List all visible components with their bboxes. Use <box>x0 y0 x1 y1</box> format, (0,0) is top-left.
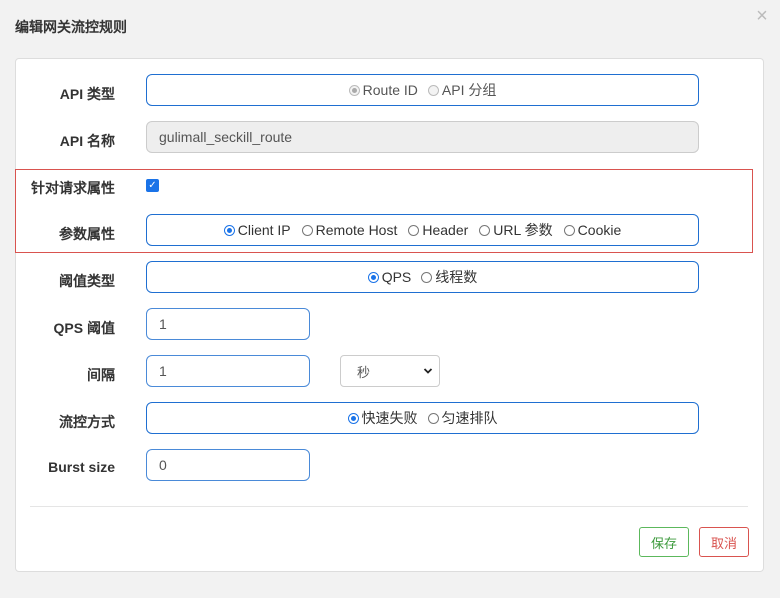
interval-unit-select[interactable]: 秒 <box>340 355 440 387</box>
threshold-type-radio-group: QPS 线程数 <box>146 261 699 293</box>
api-type-option-api-group[interactable]: API 分组 <box>427 80 497 100</box>
radio-icon <box>348 84 360 96</box>
api-name-field: gulimall_seckill_route <box>146 121 699 153</box>
qps-threshold-label: QPS 阈值 <box>53 320 115 336</box>
control-mode-radio-group: 快速失败 匀速排队 <box>146 402 699 434</box>
option-label: Client IP <box>237 222 291 238</box>
threshold-option-qps[interactable]: QPS <box>367 269 412 285</box>
param-attr-label: 参数属性 <box>59 226 115 242</box>
qps-threshold-input[interactable]: 1 <box>146 308 310 340</box>
option-label: URL 参数 <box>493 222 553 238</box>
burst-size-label: Burst size <box>48 459 115 475</box>
option-label: 匀速排队 <box>441 410 498 426</box>
option-label: 线程数 <box>435 269 478 285</box>
radio-icon <box>563 224 575 236</box>
radio-icon <box>408 224 420 236</box>
option-label: 快速失败 <box>361 410 418 426</box>
radio-icon <box>427 84 439 96</box>
param-option-url-param[interactable]: URL 参数 <box>479 220 553 240</box>
api-name-label: API 名称 <box>59 133 115 149</box>
option-label: QPS <box>381 269 412 285</box>
close-icon[interactable]: × <box>754 6 770 26</box>
footer-divider <box>30 506 748 507</box>
param-option-client-ip[interactable]: Client IP <box>223 222 291 238</box>
radio-icon <box>301 224 313 236</box>
per-request-attr-label: 针对请求属性 <box>31 180 115 196</box>
cancel-button[interactable]: 取消 <box>699 527 749 557</box>
api-type-label: API 类型 <box>59 86 115 102</box>
param-option-header[interactable]: Header <box>408 222 468 238</box>
per-request-attr-checkbox[interactable]: ✓ <box>146 179 159 192</box>
option-label: API 分组 <box>441 82 497 98</box>
chevron-down-icon <box>423 368 433 374</box>
option-label: Header <box>422 222 469 238</box>
threshold-option-threads[interactable]: 线程数 <box>421 267 477 287</box>
radio-icon <box>347 412 359 424</box>
interval-label: 间隔 <box>87 367 115 383</box>
radio-icon <box>223 224 235 236</box>
param-option-remote-host[interactable]: Remote Host <box>301 222 398 238</box>
modal-title: 编辑网关流控规则 <box>15 19 127 35</box>
radio-icon <box>479 224 491 236</box>
option-label: Cookie <box>577 222 622 238</box>
control-mode-label: 流控方式 <box>59 414 115 430</box>
interval-input[interactable]: 1 <box>146 355 310 387</box>
param-option-cookie[interactable]: Cookie <box>563 222 622 238</box>
radio-icon <box>421 271 433 283</box>
control-option-queue[interactable]: 匀速排队 <box>427 408 498 428</box>
burst-size-input[interactable]: 0 <box>146 449 310 481</box>
threshold-type-label: 阈值类型 <box>59 273 115 289</box>
api-type-radio-group: Route ID API 分组 <box>146 74 699 106</box>
param-attr-radio-group: Client IP Remote Host Header URL 参数 Cook… <box>146 214 699 246</box>
option-label: Route ID <box>362 82 418 98</box>
api-type-option-route-id[interactable]: Route ID <box>348 82 418 98</box>
radio-icon <box>367 271 379 283</box>
control-option-fast-fail[interactable]: 快速失败 <box>347 408 418 428</box>
option-label: Remote Host <box>315 222 398 238</box>
save-button[interactable]: 保存 <box>639 527 689 557</box>
select-value: 秒 <box>357 364 371 380</box>
radio-icon <box>427 412 439 424</box>
